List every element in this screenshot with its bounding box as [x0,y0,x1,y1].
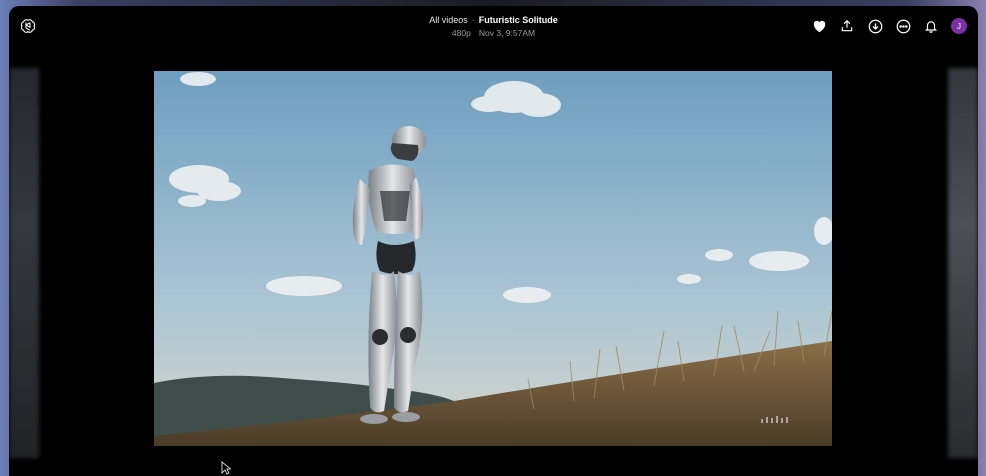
notifications-button[interactable] [923,18,939,34]
video-title: Futuristic Solitude [478,15,558,25]
previous-video-preview[interactable] [9,68,39,458]
next-video-preview[interactable] [948,68,978,458]
app-window: All videos · Futuristic Solitude 480p Nov 3… [9,6,978,476]
more-icon [896,19,910,33]
top-bar: All videos · Futuristic Solitude 480p Nov 3… [9,6,978,64]
user-avatar[interactable]: J [951,18,967,34]
video-player[interactable] [154,71,832,446]
download-button[interactable] [867,18,883,34]
video-timestamp: Nov 3, 9:57AM [478,28,536,38]
upload-icon [841,19,853,32]
heart-icon [813,20,825,33]
more-button[interactable] [895,18,911,34]
favorite-button[interactable] [811,18,827,34]
video-frame-image [154,71,832,446]
video-resolution: 480p [451,28,471,38]
share-button[interactable] [839,18,855,34]
breadcrumb-separator: · [471,15,475,25]
mouse-cursor-icon [221,461,231,475]
download-icon [868,19,882,33]
bell-icon [924,20,938,33]
toolbar-actions: J [811,18,967,34]
breadcrumb-all-videos[interactable]: All videos [429,15,468,25]
